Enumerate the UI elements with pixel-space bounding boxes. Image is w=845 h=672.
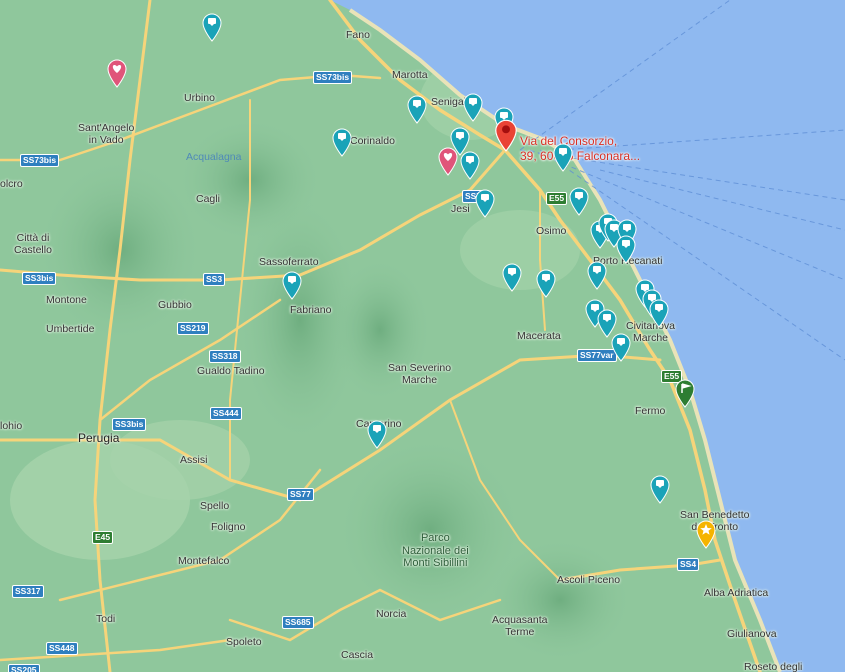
place-label: Acquasanta Terme [492, 614, 548, 639]
place-label: Spoleto [226, 636, 262, 648]
road-shield: SS4 [677, 558, 700, 571]
place-label: Osimo [536, 225, 567, 237]
road-shield: SS77 [287, 488, 314, 501]
place-marker-icon[interactable] [201, 12, 223, 42]
place-marker-icon[interactable] [568, 186, 590, 216]
place-label: Urbino [184, 92, 215, 104]
place-marker-icon[interactable] [459, 150, 481, 180]
place-label: Roseto degli [744, 661, 803, 672]
place-marker-icon[interactable] [501, 262, 523, 292]
place-label: Città di Castello [14, 232, 52, 257]
map-canvas[interactable]: Fano Marotta Senigallia Urbino Sant'Ange… [0, 0, 845, 672]
place-label: Sassoferrato [259, 256, 319, 268]
place-label: Foligno [211, 521, 246, 533]
place-label: Fabriano [290, 304, 332, 316]
place-label: Corinaldo [350, 135, 395, 147]
road-shield: SS3 [203, 273, 226, 286]
place-label: Assisi [180, 454, 208, 466]
place-label: Fano [346, 29, 370, 41]
road-shield: SS205 [8, 664, 40, 672]
road-shield: SS219 [177, 322, 209, 335]
selected-location-pin-icon[interactable] [493, 118, 519, 152]
place-label: Macerata [517, 330, 561, 342]
place-label: Ascoli Piceno [557, 574, 621, 586]
place-marker-icon[interactable] [366, 419, 388, 449]
favorite-heart-marker-icon[interactable] [106, 58, 128, 88]
flag-marker-icon[interactable] [674, 378, 696, 408]
place-label: Cascia [341, 649, 374, 661]
road-shield: SS448 [46, 642, 78, 655]
place-label: Gubbio [158, 299, 192, 311]
road-shield: SS73bis [313, 71, 353, 84]
road-shield: SS318 [209, 350, 241, 363]
selected-place-label[interactable]: Via del Consorzio, 39, 60015 Falconara..… [520, 134, 640, 164]
place-label: San Severino Marche [388, 362, 452, 387]
place-marker-icon[interactable] [615, 234, 637, 264]
place-label: Norcia [376, 608, 407, 620]
road-shield: SS73bis [20, 154, 60, 167]
place-marker-icon[interactable] [331, 127, 353, 157]
road-shield: E55 [546, 192, 568, 205]
place-label: Fermo [635, 405, 666, 417]
place-label: Marotta [392, 69, 428, 81]
place-marker-icon[interactable] [586, 260, 608, 290]
place-marker-icon[interactable] [648, 298, 670, 328]
place-label: Sant'Angelo in Vado [78, 122, 135, 147]
place-marker-icon[interactable] [474, 188, 496, 218]
place-label: Spello [200, 500, 230, 512]
place-marker-icon[interactable] [281, 270, 303, 300]
road-shield: SS3bis [22, 272, 57, 285]
place-label: Gualdo Tadino [197, 365, 265, 377]
place-label: Jesi [451, 203, 470, 215]
road-shield: SS685 [282, 616, 314, 629]
road-shield: SS317 [12, 585, 44, 598]
place-marker-icon[interactable] [535, 268, 557, 298]
place-label: Acqualagna [186, 151, 242, 163]
place-label: Cagli [196, 193, 220, 205]
road-shield: SS444 [210, 407, 242, 420]
place-marker-icon[interactable] [649, 474, 671, 504]
place-marker-icon[interactable] [406, 94, 428, 124]
place-label: Todi [96, 613, 116, 625]
place-label: Alba Adriatica [704, 587, 769, 599]
place-marker-icon[interactable] [610, 332, 632, 362]
place-label: Giulianova [727, 628, 777, 640]
place-label: Parco Nazionale dei Monti Sibillini [402, 532, 469, 570]
road-shield: SS3bis [112, 418, 147, 431]
place-label: Umbertide [46, 323, 95, 335]
place-marker-icon[interactable] [552, 142, 574, 172]
place-label: olcro [0, 178, 23, 190]
place-label: Perugia [78, 431, 120, 445]
place-label: Montone [46, 294, 87, 306]
place-label: Montefalco [178, 555, 230, 567]
place-label: lohio [0, 420, 23, 432]
place-marker-icon[interactable] [462, 92, 484, 122]
road-shield: E45 [92, 531, 114, 544]
star-marker-icon[interactable] [695, 519, 717, 549]
